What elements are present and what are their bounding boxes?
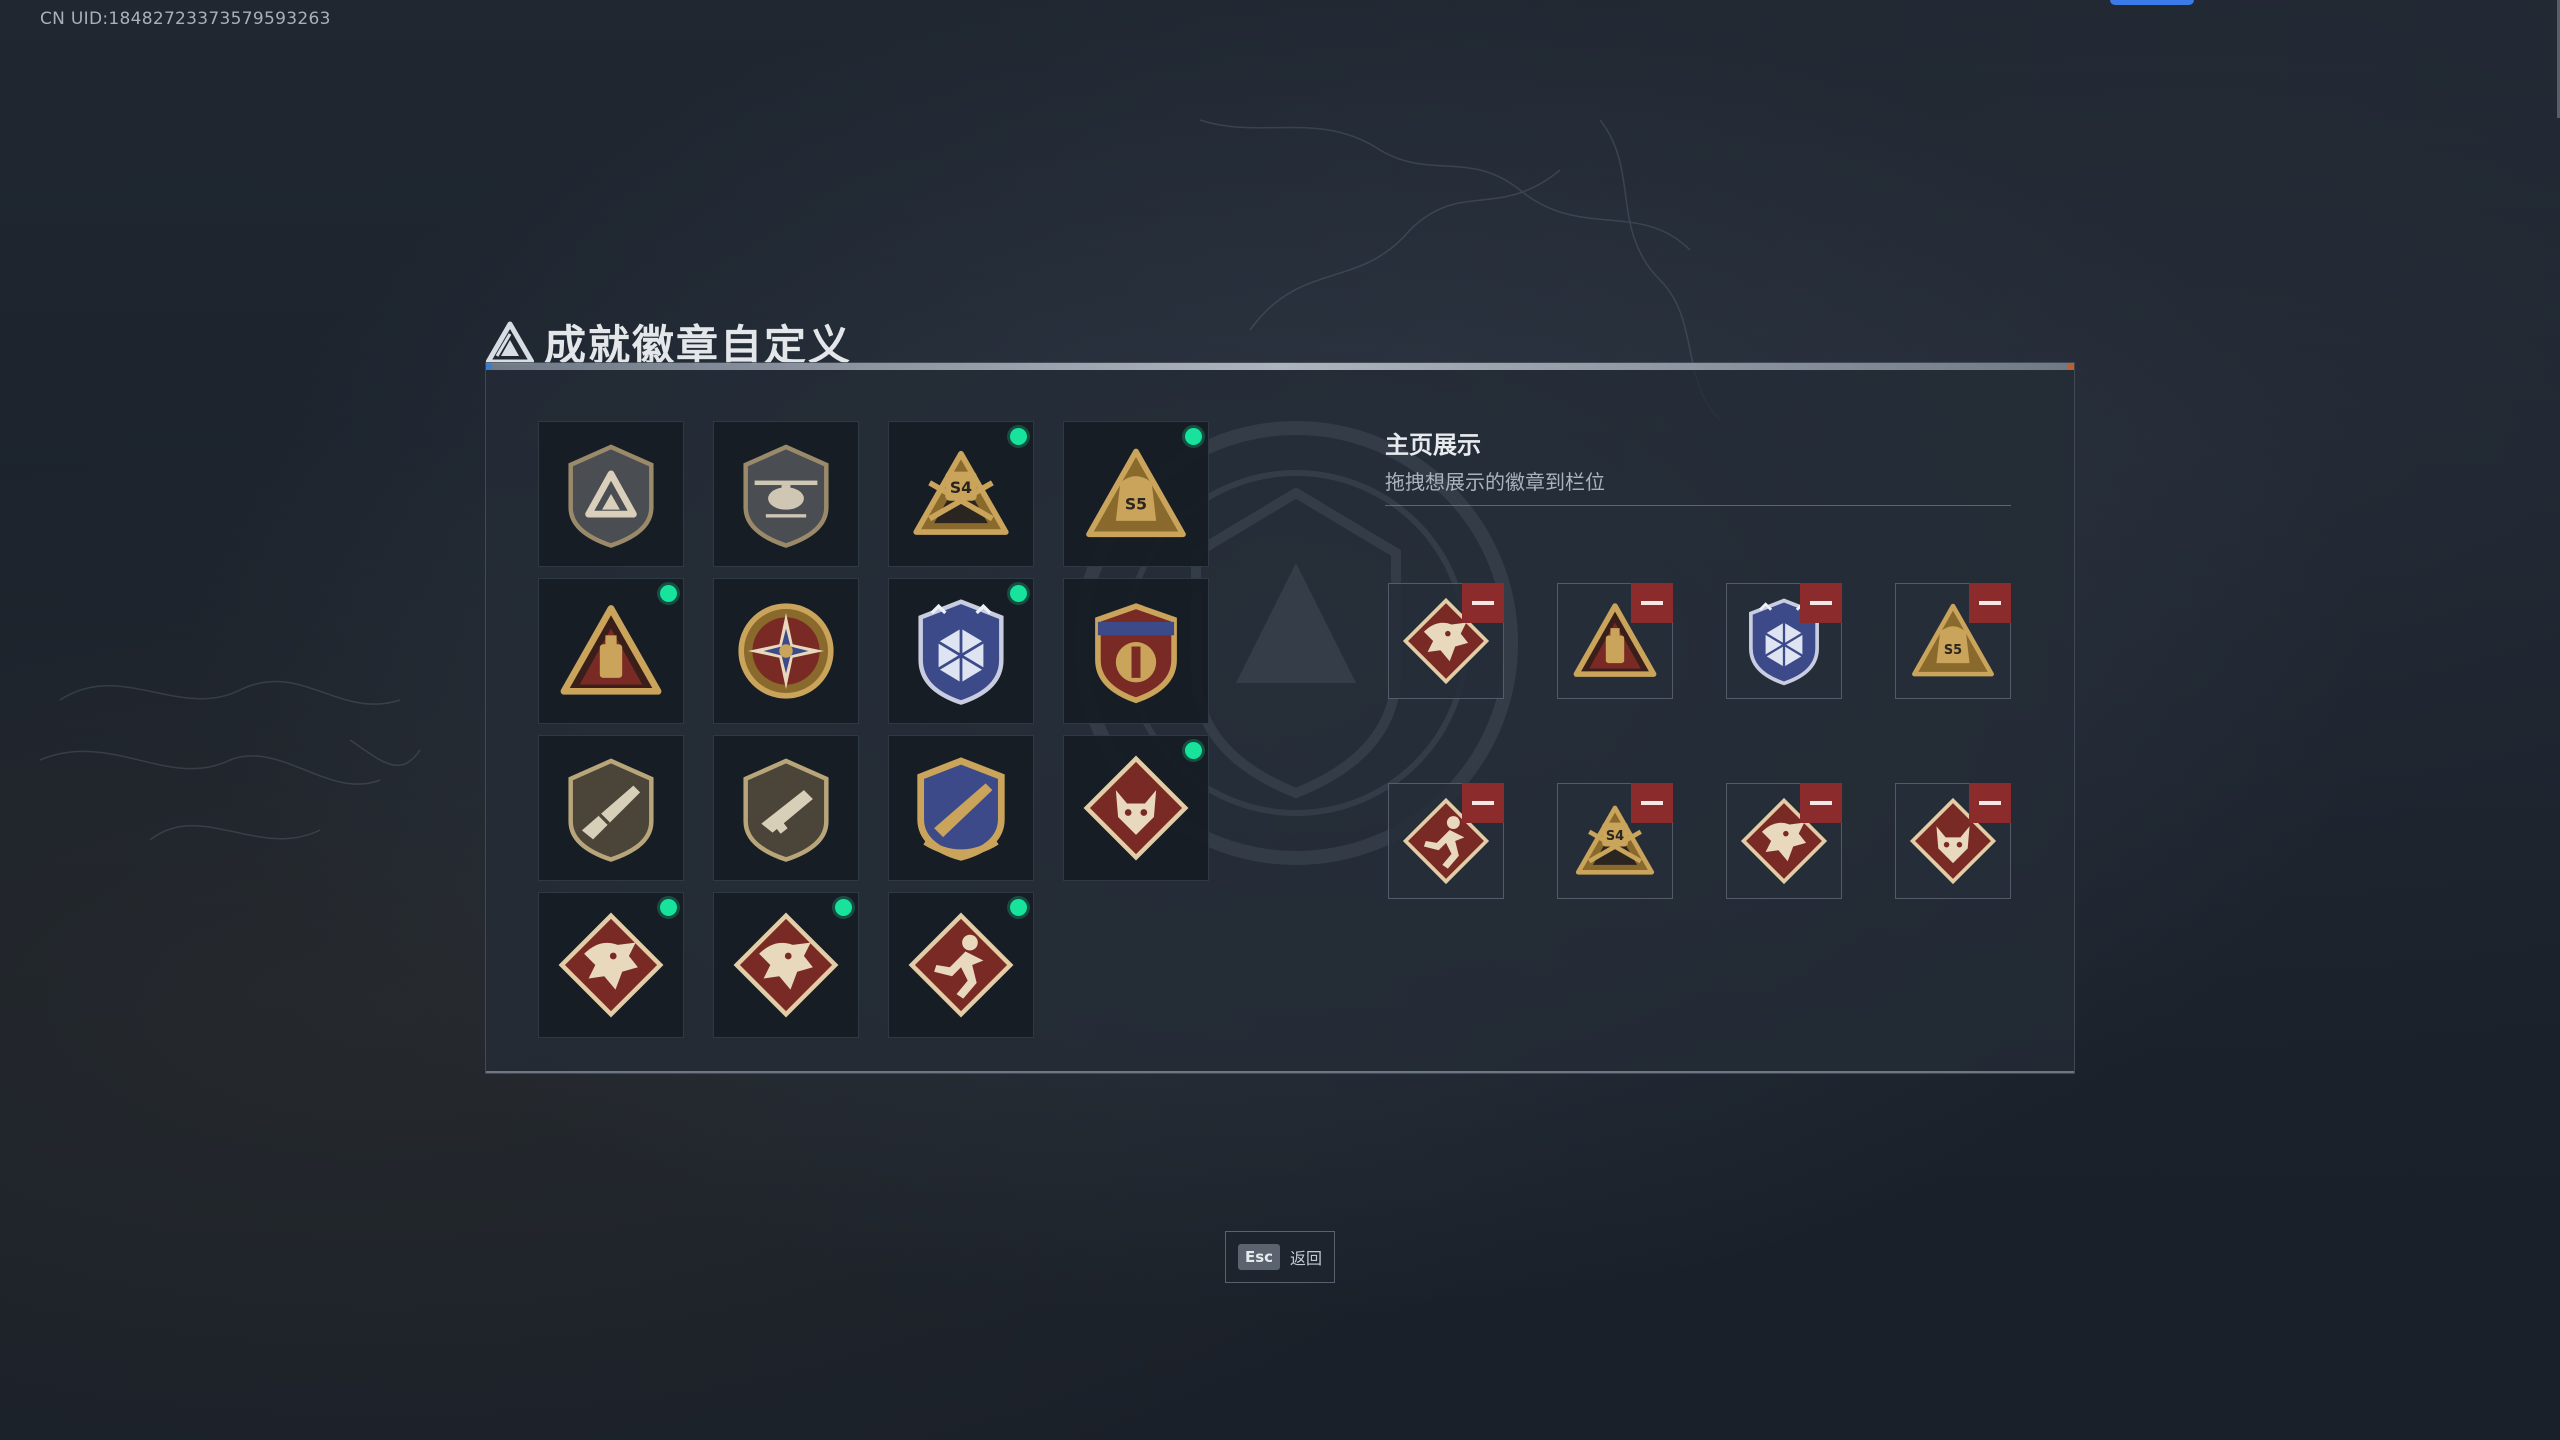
- badge-slot-3[interactable]: S4: [888, 421, 1034, 567]
- svg-text:S4: S4: [950, 478, 972, 497]
- showcase-title: 主页展示: [1385, 431, 1481, 459]
- back-label: 返回: [1290, 1249, 1323, 1268]
- remove-badge-button[interactable]: [1631, 783, 1673, 823]
- star-wheel-badge-icon: [738, 603, 834, 699]
- showcase-slot-grid: S5 S4: [1388, 583, 2011, 899]
- screen: CN UID:18482723373579593263 成就徽章自定义 S4 S…: [0, 0, 2560, 1440]
- smg-shield-badge-icon: [743, 758, 829, 862]
- s5-gold-bag-badge-icon: S5: [1086, 448, 1186, 538]
- remove-badge-button[interactable]: [1462, 583, 1504, 623]
- minus-icon: [1641, 801, 1663, 805]
- showcase-slot-1[interactable]: [1388, 583, 1504, 699]
- runner-diamond-badge-icon: [908, 912, 1014, 1018]
- minus-icon: [1979, 601, 2001, 605]
- back-button[interactable]: Esc 返回: [1225, 1231, 1335, 1283]
- top-tab-indicator[interactable]: [2110, 0, 2194, 5]
- badge-slot-7[interactable]: [888, 578, 1034, 724]
- minus-icon: [1641, 601, 1663, 605]
- red-gold-crest-badge-icon: [1095, 603, 1177, 704]
- panel-bottom-bar: [486, 1071, 2074, 1073]
- remove-badge-button[interactable]: [1462, 783, 1504, 823]
- wolf-diamond-badge-icon: [1083, 755, 1189, 861]
- new-badge-indicator: [660, 899, 677, 916]
- minus-icon: [1472, 801, 1494, 805]
- badge-slot-6[interactable]: [713, 578, 859, 724]
- remove-badge-button[interactable]: [1969, 583, 2011, 623]
- showcase-slot-3[interactable]: [1726, 583, 1842, 699]
- new-badge-indicator: [1185, 428, 1202, 445]
- badge-slot-15[interactable]: [888, 892, 1034, 1038]
- showcase-slot-2[interactable]: [1557, 583, 1673, 699]
- svg-text:S4: S4: [1606, 829, 1624, 844]
- blue-diamond-shield-badge-icon: [918, 599, 1004, 705]
- minus-icon: [1472, 601, 1494, 605]
- new-badge-indicator: [660, 585, 677, 602]
- showcase-subtitle: 拖拽想展示的徽章到栏位: [1385, 470, 1605, 494]
- badge-slot-14[interactable]: [713, 892, 859, 1038]
- dragon-diamond-badge-icon: [558, 912, 664, 1018]
- dragon-diamond-badge-icon: [733, 912, 839, 1018]
- minus-icon: [1810, 601, 1832, 605]
- showcase-slot-8[interactable]: [1895, 783, 2011, 899]
- badge-slot-5[interactable]: [538, 578, 684, 724]
- new-badge-indicator: [1010, 428, 1027, 445]
- badge-slot-11[interactable]: [888, 735, 1034, 881]
- badge-slot-2[interactable]: [713, 421, 859, 567]
- showcase-slot-4[interactable]: S5: [1895, 583, 2011, 699]
- triangle-logo-icon: [486, 321, 534, 364]
- uid-label: CN UID:18482723373579593263: [40, 9, 331, 29]
- showcase-slot-5[interactable]: [1388, 783, 1504, 899]
- badge-slot-9[interactable]: [538, 735, 684, 881]
- remove-badge-button[interactable]: [1800, 583, 1842, 623]
- triangle-shield-badge-icon: [568, 444, 654, 548]
- s4-gold-triangle-badge-icon: S4: [913, 450, 1009, 535]
- new-badge-indicator: [1010, 899, 1027, 916]
- new-badge-indicator: [1185, 742, 1202, 759]
- svg-text:S5: S5: [1125, 495, 1147, 514]
- showcase-header: 主页展示 拖拽想展示的徽章到栏位: [1385, 425, 2011, 506]
- gold-triangle-badge-icon: [560, 605, 662, 695]
- panel-top-bar: [486, 363, 2074, 370]
- rifle-shield-badge-icon: [568, 758, 654, 862]
- esc-key-hint: Esc: [1237, 1244, 1281, 1270]
- minus-icon: [1810, 801, 1832, 805]
- minus-icon: [1979, 801, 2001, 805]
- badge-inventory-grid: S4 S5: [538, 421, 1218, 1038]
- svg-text:S5: S5: [1944, 643, 1962, 658]
- badge-slot-10[interactable]: [713, 735, 859, 881]
- remove-badge-button[interactable]: [1969, 783, 2011, 823]
- badge-slot-8[interactable]: [1063, 578, 1209, 724]
- badge-slot-13[interactable]: [538, 892, 684, 1038]
- remove-badge-button[interactable]: [1800, 783, 1842, 823]
- badge-slot-1[interactable]: [538, 421, 684, 567]
- remove-badge-button[interactable]: [1631, 583, 1673, 623]
- blue-gold-rifle-crest-badge-icon: [917, 757, 1005, 861]
- badge-customization-panel: S4 S5 主页展示 拖拽想展示的徽章到栏位 S5 S4: [485, 362, 2075, 1074]
- new-badge-indicator: [1010, 585, 1027, 602]
- new-badge-indicator: [835, 899, 852, 916]
- badge-slot-4[interactable]: S5: [1063, 421, 1209, 567]
- badge-slot-12[interactable]: [1063, 735, 1209, 881]
- showcase-slot-6[interactable]: S4: [1557, 783, 1673, 899]
- showcase-slot-7[interactable]: [1726, 783, 1842, 899]
- helicopter-shield-badge-icon: [743, 444, 829, 548]
